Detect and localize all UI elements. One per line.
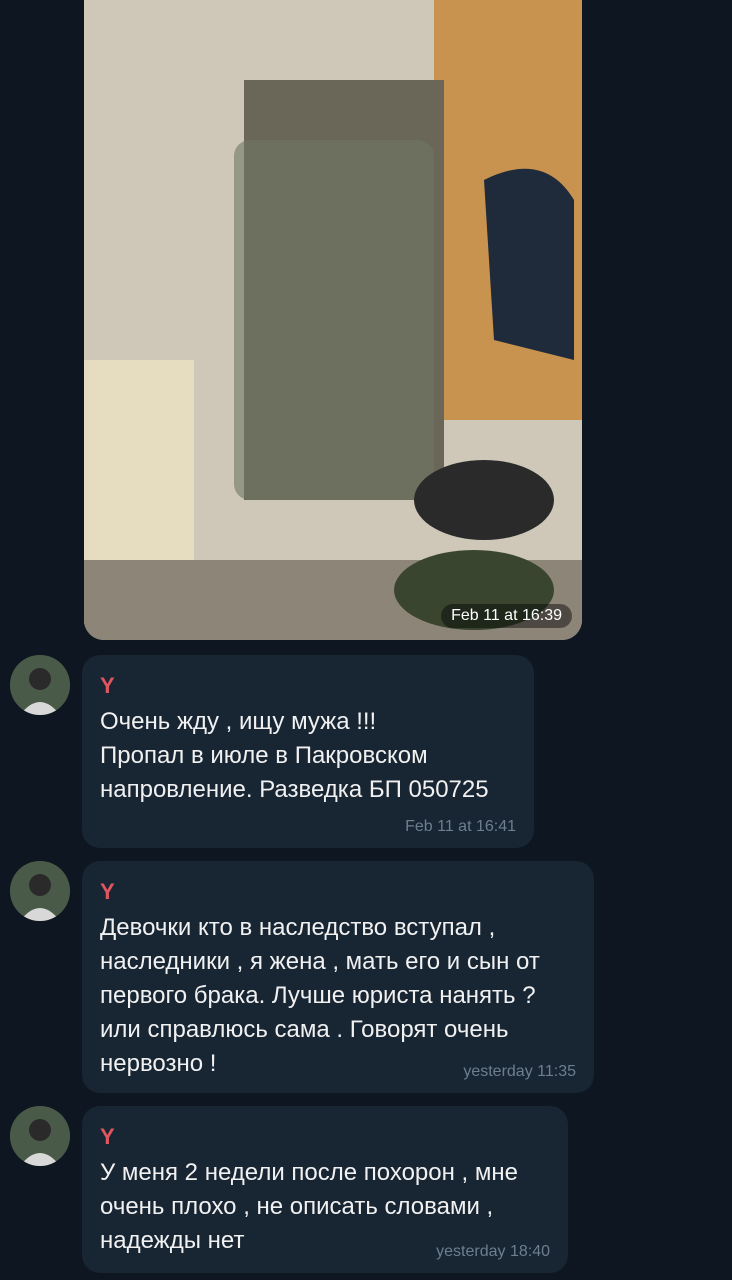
- photo-image: [84, 0, 582, 640]
- avatar[interactable]: [10, 1106, 70, 1166]
- avatar-image: [10, 655, 70, 715]
- avatar-image: [10, 1106, 70, 1166]
- sender-name[interactable]: Y: [100, 1124, 115, 1150]
- message-timestamp: yesterday 18:40: [436, 1243, 550, 1260]
- avatar[interactable]: [10, 861, 70, 921]
- sender-name[interactable]: Y: [100, 673, 115, 699]
- photo-timestamp: Feb 11 at 16:39: [441, 604, 572, 628]
- avatar-image: [10, 861, 70, 921]
- message-bubble[interactable]: Y Очень жду , ищу мужа !!! Пропал в июле…: [82, 655, 534, 848]
- sender-name[interactable]: Y: [100, 879, 115, 905]
- avatar[interactable]: [10, 655, 70, 715]
- message-timestamp: yesterday 11:35: [463, 1063, 576, 1080]
- message-text: Девочки кто в наследство вступал , насле…: [100, 914, 540, 1077]
- message-bubble[interactable]: Y Девочки кто в наследство вступал , нас…: [82, 861, 594, 1093]
- message-bubble[interactable]: Y У меня 2 недели после похорон , мне оч…: [82, 1106, 568, 1273]
- message-text: Очень жду , ищу мужа !!! Пропал в июле в…: [100, 708, 489, 803]
- photo-message[interactable]: Feb 11 at 16:39: [84, 0, 582, 640]
- message-timestamp: Feb 11 at 16:41: [405, 818, 516, 835]
